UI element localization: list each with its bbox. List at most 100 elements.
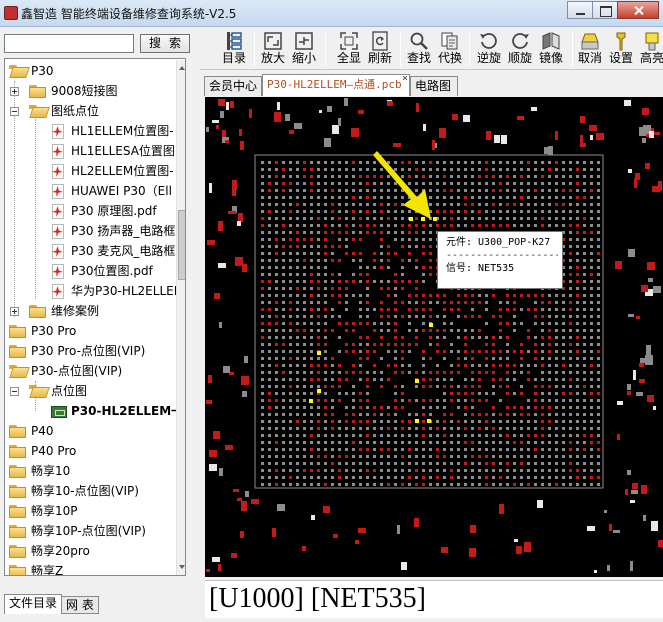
pcb-canvas[interactable] (205, 97, 663, 577)
bga-pad (359, 476, 362, 479)
maximize-button[interactable] (592, 1, 618, 19)
mirror-button[interactable]: 镜像 (534, 30, 568, 68)
bga-pad (555, 350, 558, 353)
bga-pad (597, 294, 600, 297)
replace-button[interactable]: 代换 (433, 30, 467, 68)
highlighted-pad (427, 419, 431, 423)
bga-pad (569, 301, 572, 304)
search-input[interactable] (4, 34, 134, 53)
bga-pad (310, 322, 313, 325)
bga-pad (331, 434, 334, 437)
settings-button[interactable]: 设置 (604, 30, 638, 68)
find-button[interactable]: 查找 (402, 30, 436, 68)
component-pad (645, 355, 653, 365)
expand-icon[interactable] (10, 307, 19, 316)
bga-pad (471, 203, 474, 206)
zoom-out-button[interactable]: 缩小 (287, 30, 321, 68)
bga-pad (380, 378, 383, 381)
catalog-button[interactable]: 目录 (217, 30, 251, 68)
expand-icon[interactable] (10, 87, 19, 96)
tab-pcb-file[interactable]: P30-HL2ELLEM—点通.pcb × (262, 74, 410, 96)
bga-pad (583, 252, 586, 255)
rotate-ccw-button[interactable]: 逆旋 (472, 30, 506, 68)
tree-scrollbar[interactable] (176, 60, 185, 575)
bga-pad (380, 210, 383, 213)
bga-pad (317, 448, 320, 451)
bga-pad (597, 364, 600, 367)
rotate-cw-button[interactable]: 顺旋 (503, 30, 537, 68)
close-icon[interactable]: × (402, 74, 408, 84)
component-pad (333, 534, 338, 538)
bga-pad (443, 392, 446, 395)
bga-pad (331, 217, 334, 220)
bga-pad (548, 224, 551, 227)
bga-pad (303, 301, 306, 304)
bga-pad (583, 238, 586, 241)
scroll-thumb[interactable] (178, 210, 185, 280)
bga-pad (268, 455, 271, 458)
scroll-down-arrow-icon[interactable] (178, 561, 185, 573)
bga-pad (443, 462, 446, 465)
bga-pad (548, 203, 551, 206)
search-button[interactable]: 搜索 (140, 34, 190, 53)
bga-pad (583, 231, 586, 234)
bga-pad (408, 420, 411, 423)
component-pad (627, 470, 631, 475)
bga-pad (359, 448, 362, 451)
component-pad (617, 401, 623, 405)
file-tree[interactable]: P30 9008短接图 图纸点位 HL1ELLEM位置图- HL1ELLESA位… (4, 58, 186, 576)
fit-all-button[interactable]: 全显 (332, 30, 366, 68)
bga-pad (296, 406, 299, 409)
bga-pad (485, 392, 488, 395)
bga-pad (506, 385, 509, 388)
bga-pad (436, 476, 439, 479)
bga-pad (331, 462, 334, 465)
bga-pad (415, 385, 418, 388)
bga-pad (597, 343, 600, 346)
close-button[interactable] (617, 1, 659, 19)
bga-pad (485, 462, 488, 465)
bga-pad (282, 315, 285, 318)
bga-pad (506, 364, 509, 367)
bga-pad (443, 315, 446, 318)
tab-schematic[interactable]: 电路图 (410, 76, 458, 96)
bga-pad (380, 308, 383, 311)
bga-pad (513, 308, 516, 311)
bga-pad (513, 364, 516, 367)
bga-pad (548, 455, 551, 458)
bga-pad (387, 322, 390, 325)
bga-pad (282, 301, 285, 304)
bga-pad (471, 455, 474, 458)
component-pad (213, 431, 220, 439)
collapse-icon[interactable] (10, 107, 19, 116)
bga-pad (324, 336, 327, 339)
bga-pad (513, 196, 516, 199)
scroll-up-arrow-icon[interactable] (178, 62, 185, 74)
minimize-button[interactable] (567, 1, 593, 19)
bga-pad (597, 182, 600, 185)
tab-netlist[interactable]: 网 表 (61, 596, 99, 614)
bga-pad (359, 378, 362, 381)
cancel-button[interactable]: 取消 (573, 30, 607, 68)
collapse-icon[interactable] (10, 387, 19, 396)
bga-pad (268, 392, 271, 395)
bga-pad (303, 210, 306, 213)
tab-file-directory[interactable]: 文件目录 (4, 594, 63, 614)
refresh-button[interactable]: 刷新 (363, 30, 397, 68)
tab-member-center[interactable]: 会员中心 (204, 76, 262, 96)
bga-pad (590, 280, 593, 283)
bga-pad (303, 280, 306, 283)
bga-pad (394, 210, 397, 213)
highlight-button[interactable]: 高亮 (635, 30, 663, 68)
bga-pad (373, 448, 376, 451)
bga-pad (275, 441, 278, 444)
bga-pad (282, 259, 285, 262)
bga-pad (275, 434, 278, 437)
bga-pad (527, 434, 530, 437)
pcb-board-drawing[interactable] (205, 97, 663, 577)
zoom-in-button[interactable]: 放大 (256, 30, 290, 68)
bga-pad (275, 238, 278, 241)
bga-pad (464, 434, 467, 437)
bga-pad (597, 196, 600, 199)
bga-pad (352, 210, 355, 213)
